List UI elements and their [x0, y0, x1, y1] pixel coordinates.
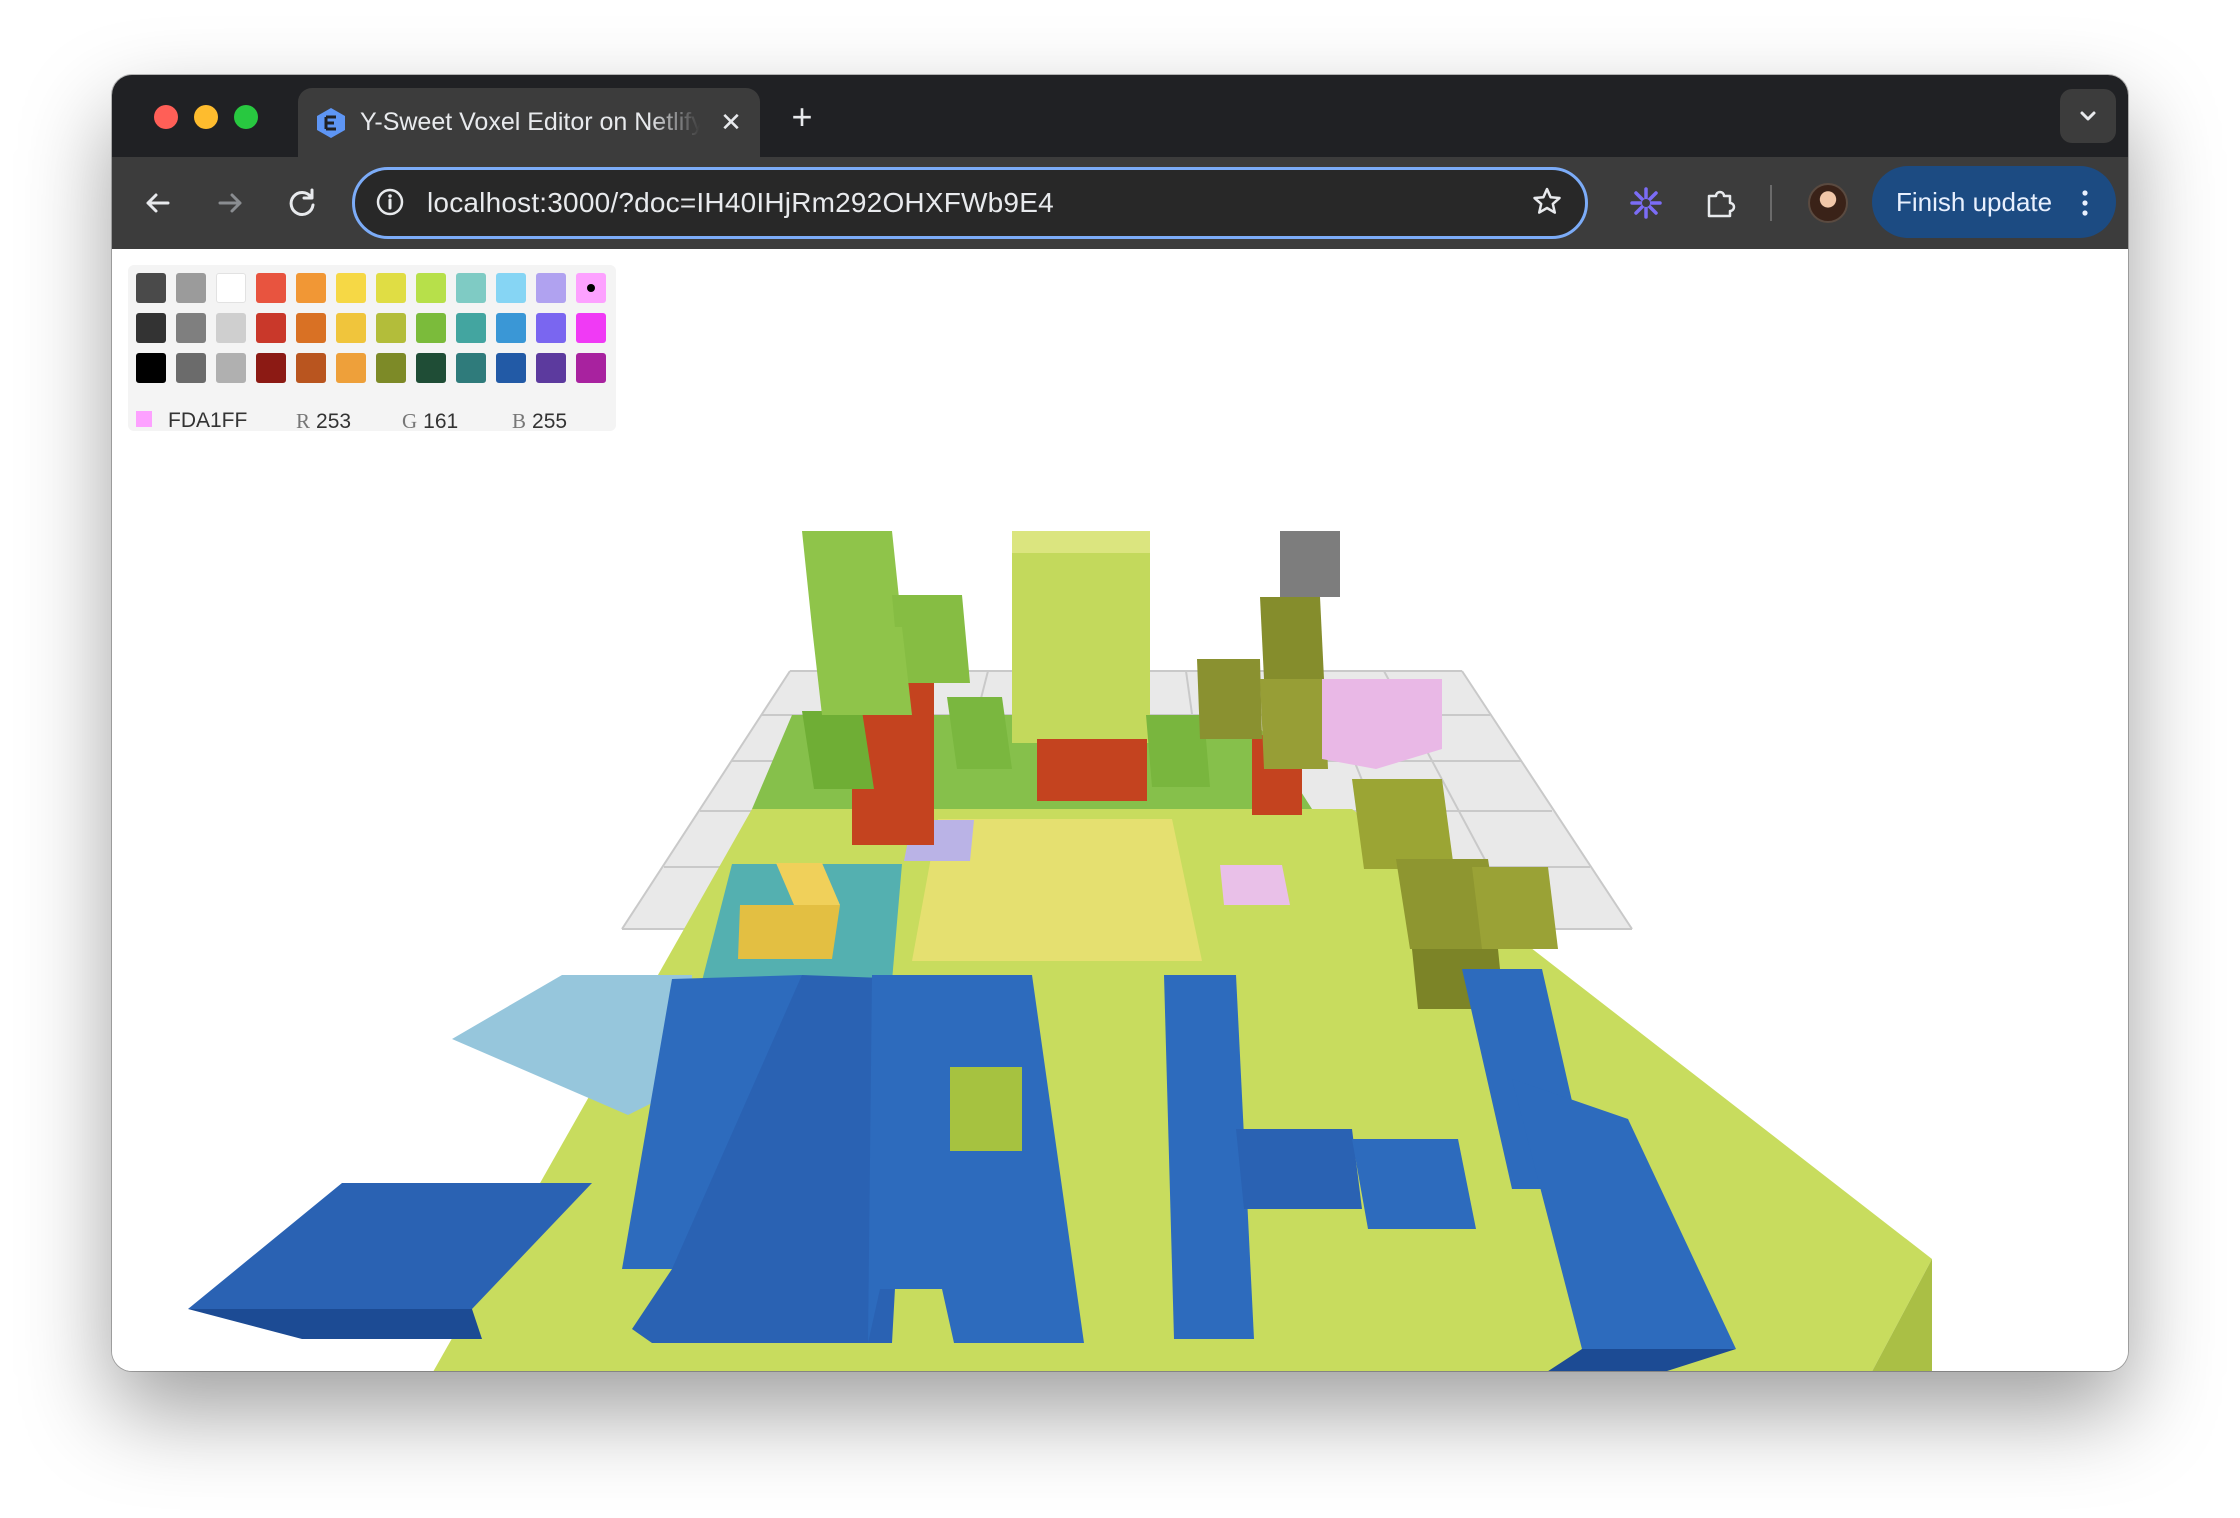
color-swatch[interactable]: [296, 273, 326, 303]
color-swatch[interactable]: [576, 313, 606, 343]
color-swatch[interactable]: [176, 313, 206, 343]
color-swatch[interactable]: [376, 353, 406, 383]
color-swatch[interactable]: [456, 313, 486, 343]
browser-window: Y-Sweet Voxel Editor on Netlify ✕ + loca…: [112, 75, 2128, 1371]
close-window-button[interactable]: [154, 105, 178, 129]
color-swatch[interactable]: [336, 313, 366, 343]
red-value-field: R 253: [296, 409, 351, 434]
netlify-favicon-icon: [317, 108, 345, 138]
green-label: G: [402, 409, 418, 433]
color-swatch[interactable]: [536, 313, 566, 343]
color-swatch[interactable]: [136, 353, 166, 383]
reload-icon[interactable]: [282, 183, 322, 223]
color-swatch[interactable]: [376, 313, 406, 343]
maximize-window-button[interactable]: [234, 105, 258, 129]
color-swatch[interactable]: [296, 353, 326, 383]
chevron-down-icon: [2080, 111, 2096, 121]
color-swatch[interactable]: [416, 313, 446, 343]
color-swatch[interactable]: [256, 313, 286, 343]
color-swatch[interactable]: [176, 353, 206, 383]
current-color-swatch: [136, 411, 152, 427]
tab-bar: Y-Sweet Voxel Editor on Netlify ✕ +: [112, 75, 2128, 157]
green-value-field: G 161: [402, 409, 458, 434]
tab-search-button[interactable]: [2060, 89, 2116, 143]
hex-value: FDA1FF: [168, 409, 248, 432]
minimize-window-button[interactable]: [194, 105, 218, 129]
color-swatch[interactable]: [176, 273, 206, 303]
color-swatch[interactable]: [496, 313, 526, 343]
browser-toolbar: localhost:3000/?doc=IH40IHjRm292OHXFWb9E…: [112, 157, 2128, 249]
address-bar[interactable]: localhost:3000/?doc=IH40IHjRm292OHXFWb9E…: [352, 167, 1588, 239]
color-palette: FDA1FF R 253 G 161 B 255: [128, 265, 616, 434]
color-swatch[interactable]: [456, 353, 486, 383]
finish-update-button[interactable]: Finish update: [1872, 166, 2116, 238]
color-swatch[interactable]: [416, 273, 446, 303]
color-swatch[interactable]: [336, 273, 366, 303]
profile-avatar[interactable]: [1808, 183, 1848, 223]
star-icon[interactable]: [1529, 184, 1565, 220]
red-value: 253: [316, 410, 352, 433]
color-swatch[interactable]: [136, 313, 166, 343]
arrow-left-icon[interactable]: [138, 183, 178, 223]
blue-label: B: [512, 409, 527, 433]
toolbar-divider: [1770, 185, 1772, 221]
info-icon[interactable]: [373, 185, 407, 219]
color-swatch[interactable]: [416, 353, 446, 383]
green-value: 161: [423, 410, 459, 433]
tab-close-icon[interactable]: ✕: [714, 105, 748, 139]
green-cube: [947, 697, 1012, 769]
color-swatch[interactable]: [496, 353, 526, 383]
color-swatch[interactable]: [216, 273, 246, 303]
color-swatch[interactable]: [376, 273, 406, 303]
new-tab-button[interactable]: +: [782, 97, 822, 137]
blue-value: 255: [532, 410, 568, 433]
color-swatch[interactable]: [296, 313, 326, 343]
blue-value-field: B 255: [512, 409, 567, 434]
color-swatch[interactable]: [576, 353, 606, 383]
color-swatch[interactable]: [456, 273, 486, 303]
color-swatch[interactable]: [576, 273, 606, 303]
arrow-right-icon[interactable]: [210, 183, 250, 223]
red-label: R: [296, 409, 311, 433]
page-content: FDA1FF R 253 G 161 B 255: [112, 249, 2128, 1371]
color-swatch[interactable]: [336, 353, 366, 383]
color-swatch[interactable]: [496, 273, 526, 303]
color-swatch[interactable]: [536, 273, 566, 303]
color-swatch[interactable]: [256, 353, 286, 383]
extension-sparkle-icon[interactable]: [1626, 183, 1666, 223]
tab-title: Y-Sweet Voxel Editor on Netlify: [360, 108, 700, 136]
color-swatch[interactable]: [136, 273, 166, 303]
finish-update-label: Finish update: [1896, 187, 2053, 217]
url-text[interactable]: localhost:3000/?doc=IH40IHjRm292OHXFWb9E…: [427, 187, 1054, 219]
puzzle-icon[interactable]: [1700, 183, 1740, 223]
active-tab[interactable]: Y-Sweet Voxel Editor on Netlify ✕: [298, 88, 760, 157]
kebab-icon[interactable]: [2080, 188, 2090, 218]
color-swatch[interactable]: [216, 353, 246, 383]
pink-tile: [1220, 865, 1290, 905]
color-swatch[interactable]: [256, 273, 286, 303]
color-swatch[interactable]: [536, 353, 566, 383]
color-swatch[interactable]: [216, 313, 246, 343]
